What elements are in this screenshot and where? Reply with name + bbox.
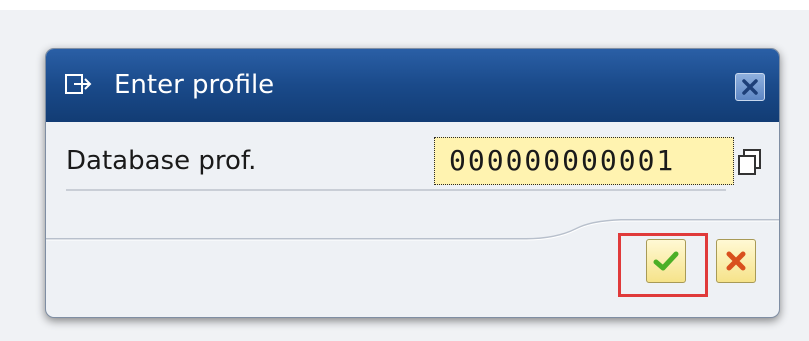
database-profile-input[interactable]: 000000000001 bbox=[434, 137, 734, 185]
dialog-titlebar: Enter profile bbox=[46, 49, 779, 122]
close-button[interactable] bbox=[735, 73, 765, 101]
dialog-title: Enter profile bbox=[114, 70, 275, 100]
cancel-button[interactable] bbox=[716, 239, 756, 283]
close-icon bbox=[742, 79, 758, 95]
database-profile-label: Database prof. bbox=[66, 146, 257, 176]
profile-enter-icon bbox=[65, 74, 92, 94]
field-underline bbox=[66, 189, 726, 191]
confirm-highlight-box bbox=[618, 233, 708, 297]
cancel-x-icon bbox=[726, 251, 746, 271]
possible-entries-icon[interactable] bbox=[736, 147, 764, 177]
enter-profile-dialog: Enter profile Database prof. 00000000000… bbox=[45, 48, 780, 318]
database-profile-row: Database prof. 000000000001 bbox=[66, 137, 779, 191]
